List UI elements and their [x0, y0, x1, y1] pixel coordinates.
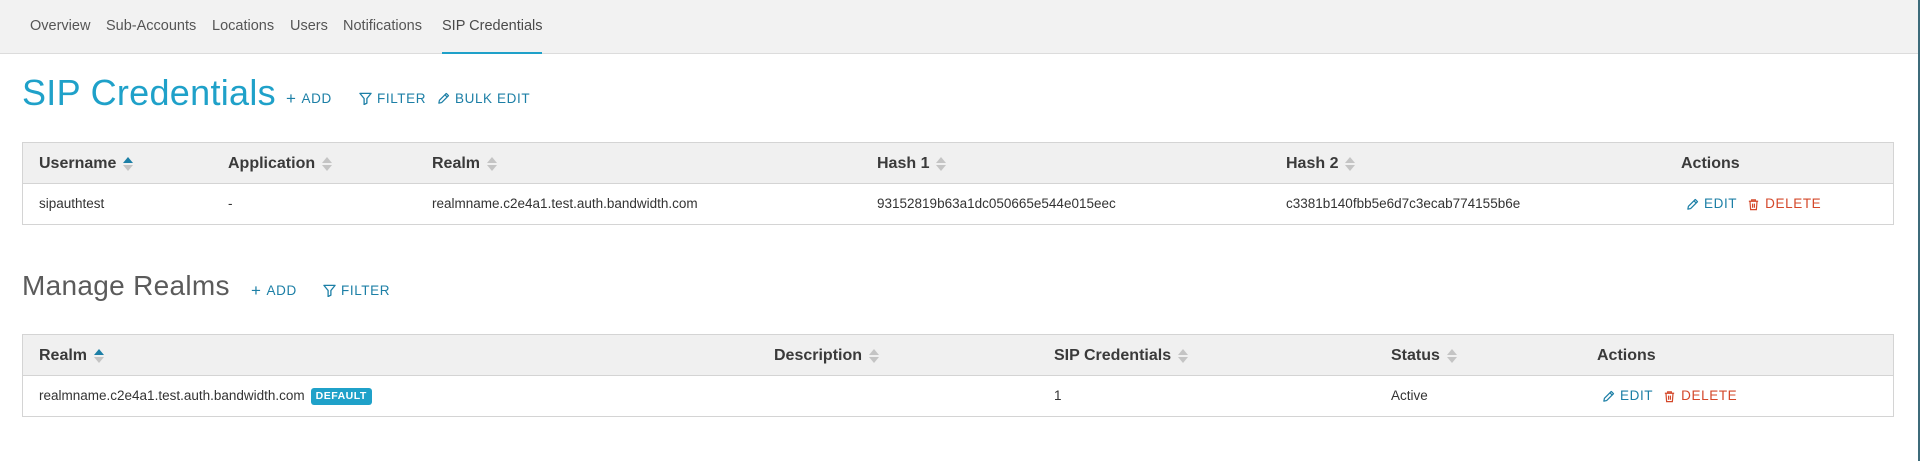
- pencil-icon: [1603, 390, 1615, 402]
- table-header: Realm Description SIP Credentials Status…: [23, 335, 1893, 376]
- column-header-description[interactable]: Description: [774, 335, 880, 376]
- add-realm-button[interactable]: + ADD: [251, 280, 297, 300]
- column-header-status[interactable]: Status: [1391, 335, 1457, 376]
- sort-icon: [1178, 348, 1189, 363]
- add-label: ADD: [266, 283, 297, 298]
- sort-icon: [936, 156, 947, 171]
- column-label: Hash 1: [877, 155, 930, 172]
- default-badge: DEFAULT: [310, 387, 372, 405]
- column-header-actions: Actions: [1681, 143, 1740, 184]
- cell-realm: realmname.c2e4a1.test.auth.bandwidth.com: [432, 196, 698, 211]
- delete-realm-button[interactable]: DELETE: [1663, 376, 1737, 416]
- pencil-icon: [438, 92, 450, 104]
- edit-label: EDIT: [1704, 196, 1738, 211]
- realm-name: realmname.c2e4a1.test.auth.bandwidth.com: [39, 388, 305, 403]
- column-label: Username: [39, 155, 117, 172]
- realms-table: Realm Description SIP Credentials Status…: [22, 334, 1894, 417]
- column-header-hash-2[interactable]: Hash 2: [1286, 143, 1356, 184]
- add-credential-button[interactable]: + ADD: [286, 88, 332, 108]
- sort-icon: [869, 348, 880, 363]
- edit-credential-button[interactable]: EDIT: [1686, 184, 1737, 224]
- sort-icon: [1345, 156, 1356, 171]
- column-header-actions: Actions: [1597, 335, 1656, 376]
- tab-locations[interactable]: Locations: [212, 0, 274, 54]
- cell-status: Active: [1391, 388, 1428, 403]
- cell-actions: EDIT DELETE: [1686, 184, 1821, 224]
- column-label: Actions: [1597, 347, 1656, 364]
- tab-sub-accounts[interactable]: Sub-Accounts: [106, 0, 196, 54]
- cell-sip-credentials: 1: [1054, 388, 1062, 403]
- edit-label: EDIT: [1620, 388, 1654, 403]
- column-label: Application: [228, 155, 316, 172]
- sort-ascending-icon: [123, 156, 134, 171]
- edit-realm-button[interactable]: EDIT: [1602, 376, 1653, 416]
- column-label: Description: [774, 347, 863, 364]
- column-label: Realm: [432, 155, 481, 172]
- filter-label: FILTER: [377, 91, 427, 106]
- filter-label: FILTER: [341, 283, 391, 298]
- bulk-edit-button[interactable]: BULK EDIT: [437, 91, 530, 106]
- cell-hash-2: c3381b140fbb5e6d7c3ecab774155b6e: [1286, 196, 1521, 211]
- delete-credential-button[interactable]: DELETE: [1747, 184, 1821, 224]
- filter-icon: [323, 284, 336, 297]
- column-header-realm[interactable]: Realm: [432, 143, 498, 184]
- cell-realm: realmname.c2e4a1.test.auth.bandwidth.com…: [39, 376, 372, 416]
- cell-hash-1: 93152819b63a1dc050665e544e015eec: [877, 196, 1116, 211]
- table-header: Username Application Realm Hash 1 Hash 2…: [23, 143, 1893, 184]
- table-row: sipauthtest - realmname.c2e4a1.test.auth…: [23, 184, 1893, 224]
- column-header-username[interactable]: Username: [39, 143, 134, 184]
- delete-label: DELETE: [1681, 388, 1738, 403]
- column-label: Hash 2: [1286, 155, 1339, 172]
- column-header-hash-1[interactable]: Hash 1: [877, 143, 947, 184]
- column-header-sip-credentials[interactable]: SIP Credentials: [1054, 335, 1189, 376]
- filter-credentials-button[interactable]: FILTER: [359, 91, 426, 106]
- top-navigation: Overview Sub-Accounts Locations Users No…: [0, 0, 1920, 54]
- trash-icon: [1749, 198, 1759, 210]
- tab-sip-credentials[interactable]: SIP Credentials: [442, 0, 542, 54]
- column-label: Realm: [39, 347, 88, 364]
- table-row: realmname.c2e4a1.test.auth.bandwidth.com…: [23, 376, 1893, 416]
- plus-icon: +: [286, 88, 297, 108]
- cell-username: sipauthtest: [39, 196, 105, 211]
- delete-label: DELETE: [1765, 196, 1822, 211]
- trash-icon: [1665, 390, 1675, 402]
- tab-notifications[interactable]: Notifications: [343, 0, 422, 54]
- pencil-icon: [1687, 198, 1699, 210]
- bulk-edit-label: BULK EDIT: [455, 91, 531, 106]
- sort-icon: [487, 156, 498, 171]
- tab-overview[interactable]: Overview: [30, 0, 90, 54]
- sip-credentials-table: Username Application Realm Hash 1 Hash 2…: [22, 142, 1894, 225]
- section-title-realms: Manage Realms: [22, 270, 230, 301]
- sort-icon: [322, 156, 333, 171]
- column-header-realm[interactable]: Realm: [39, 335, 105, 376]
- cell-application: -: [228, 196, 233, 211]
- column-header-application[interactable]: Application: [228, 143, 333, 184]
- add-label: ADD: [301, 91, 332, 106]
- cell-actions: EDIT DELETE: [1602, 376, 1737, 416]
- column-label: Actions: [1681, 155, 1740, 172]
- filter-icon: [359, 92, 372, 105]
- column-label: Status: [1391, 347, 1440, 364]
- page-title: SIP Credentials: [22, 72, 276, 113]
- filter-realms-button[interactable]: FILTER: [323, 283, 390, 298]
- sort-ascending-icon: [94, 348, 105, 363]
- column-label: SIP Credentials: [1054, 347, 1172, 364]
- sort-icon: [1446, 348, 1457, 363]
- plus-icon: +: [251, 280, 262, 300]
- tab-users[interactable]: Users: [290, 0, 328, 54]
